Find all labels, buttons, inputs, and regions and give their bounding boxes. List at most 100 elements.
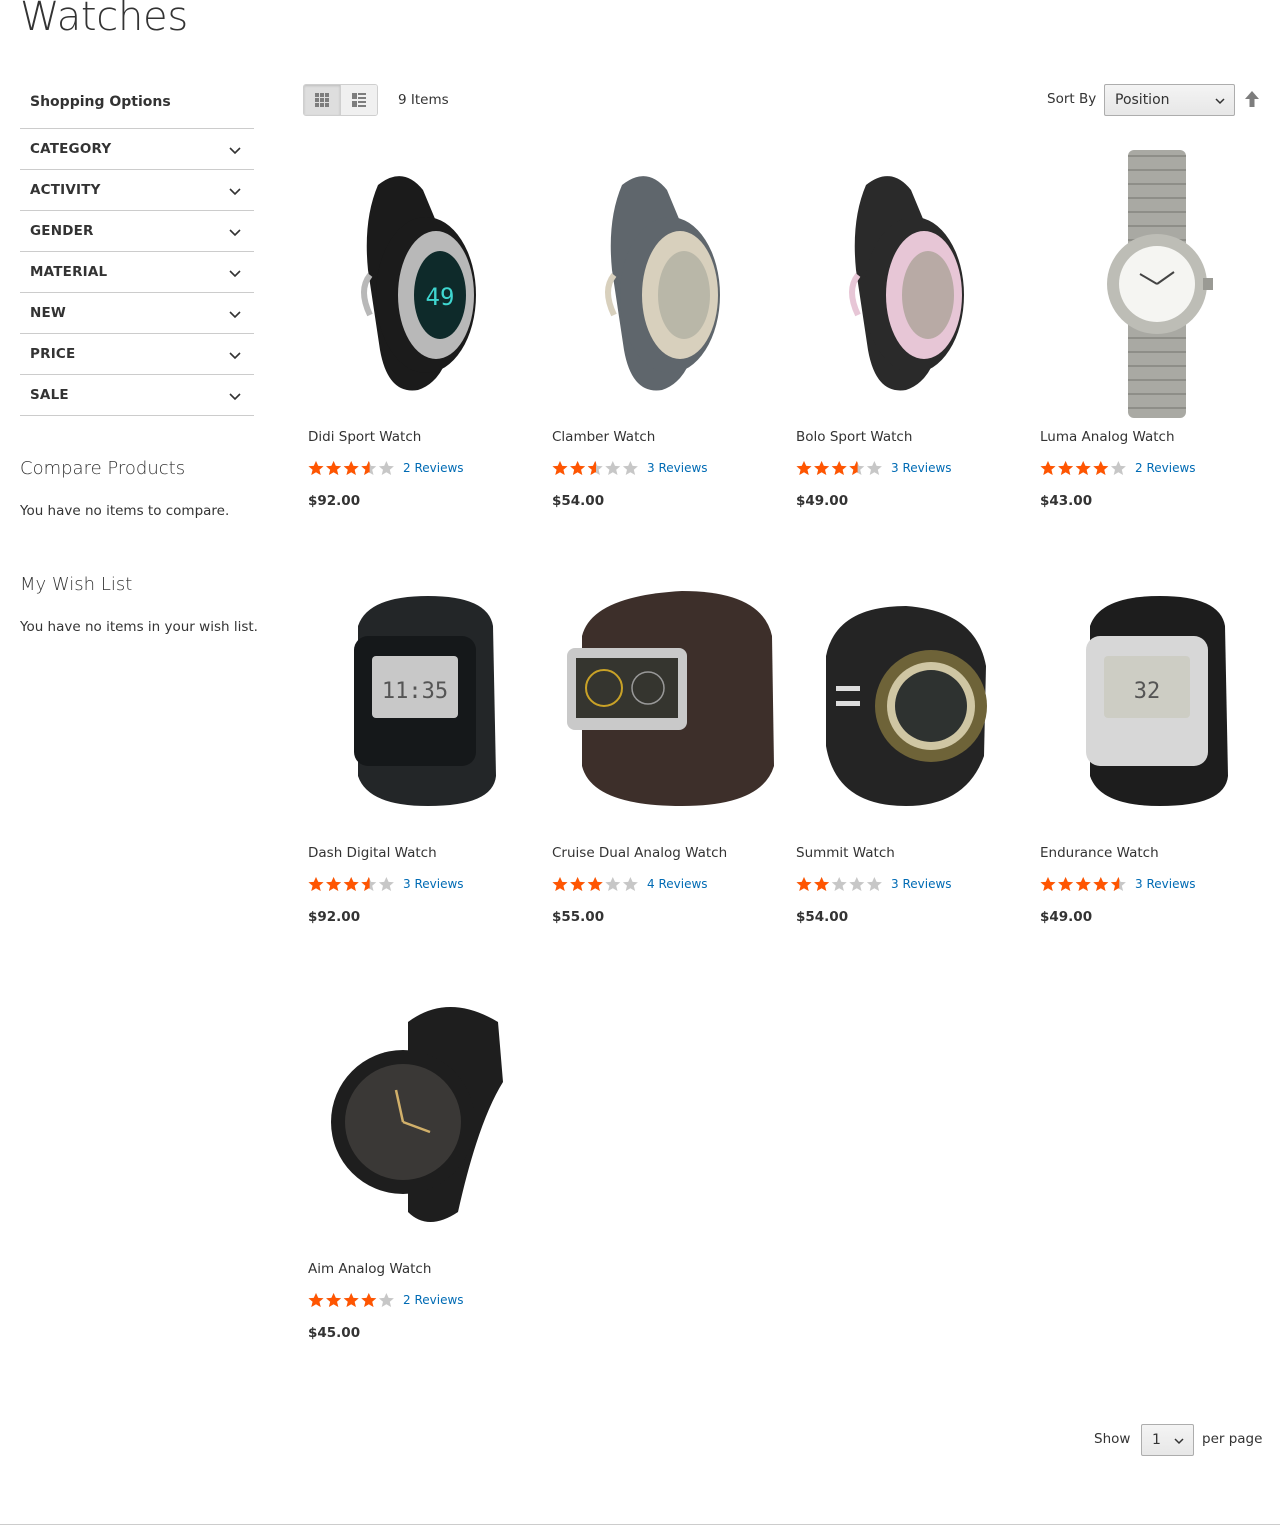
list-view-button[interactable] — [340, 85, 377, 115]
svg-text:49: 49 — [426, 283, 455, 311]
product-name-link[interactable]: Didi Sport Watch — [308, 429, 421, 445]
items-count: 9 Items — [398, 92, 449, 108]
wishlist-title: My Wish List — [20, 574, 133, 595]
shopping-options-title: Shopping Options — [20, 84, 254, 129]
product-image[interactable] — [308, 982, 538, 1252]
compare-products-title: Compare Products — [20, 458, 186, 479]
product-name-link[interactable]: Clamber Watch — [552, 429, 655, 445]
footer-divider — [0, 1524, 1280, 1525]
filter-activity[interactable]: ACTIVITY — [20, 170, 254, 211]
arrow-up-icon[interactable] — [1244, 90, 1260, 108]
filter-label: PRICE — [30, 346, 76, 362]
page-title: Watches — [20, 0, 188, 40]
product-image[interactable] — [796, 566, 1026, 836]
filter-material[interactable]: MATERIAL — [20, 252, 254, 293]
rating-stars-icon — [796, 877, 882, 891]
filter-label: SALE — [30, 387, 69, 403]
filter-label: NEW — [30, 305, 67, 321]
grid-icon — [314, 93, 329, 107]
chevron-down-icon — [1215, 98, 1225, 105]
wishlist-empty-text: You have no items in your wish list. — [20, 619, 258, 635]
product-image[interactable] — [1040, 150, 1270, 420]
product-image[interactable]: 11:35 — [308, 566, 538, 836]
product-price: $45.00 — [308, 1325, 361, 1341]
product-image[interactable]: 49 — [308, 150, 538, 420]
product-rating: 3 Reviews — [796, 459, 952, 477]
view-mode-switcher — [303, 84, 378, 116]
product-rating: 3 Reviews — [308, 875, 464, 893]
product-rating: 2 Reviews — [1040, 459, 1196, 477]
sidebar-filters: Shopping Options CATEGORY ACTIVITY GENDER M… — [20, 84, 254, 416]
rating-stars-icon — [308, 1293, 394, 1307]
rating-stars-icon — [552, 461, 638, 475]
filter-label: ACTIVITY — [30, 182, 101, 198]
filter-label: GENDER — [30, 223, 94, 239]
filter-gender[interactable]: GENDER — [20, 211, 254, 252]
reviews-link[interactable]: 2 Reviews — [1135, 461, 1196, 475]
product-name-link[interactable]: Endurance Watch — [1040, 845, 1159, 861]
product-name-link[interactable]: Dash Digital Watch — [308, 845, 437, 861]
product-rating: 2 Reviews — [308, 1291, 464, 1309]
product-rating: 3 Reviews — [1040, 875, 1196, 893]
product-name-link[interactable]: Aim Analog Watch — [308, 1261, 431, 1277]
reviews-link[interactable]: 3 Reviews — [647, 461, 708, 475]
sort-by-value: Position — [1115, 92, 1170, 108]
rating-stars-icon — [1040, 877, 1126, 891]
chevron-down-icon — [229, 352, 241, 360]
product-rating: 3 Reviews — [796, 875, 952, 893]
product-price: $49.00 — [1040, 909, 1093, 925]
product-rating: 3 Reviews — [552, 459, 708, 477]
rating-stars-icon — [1040, 461, 1126, 475]
filter-sale[interactable]: SALE — [20, 375, 254, 416]
list-icon — [351, 93, 366, 107]
sort-by-select[interactable]: Position — [1104, 84, 1235, 116]
product-image[interactable]: 32 — [1040, 566, 1270, 836]
product-price: $54.00 — [796, 909, 849, 925]
sort-by-label: Sort By — [1047, 91, 1097, 107]
show-label: Show — [1094, 1431, 1131, 1447]
filter-label: MATERIAL — [30, 264, 108, 280]
product-name-link[interactable]: Cruise Dual Analog Watch — [552, 845, 727, 861]
grid-view-button[interactable] — [304, 85, 341, 115]
per-page-label: per page — [1202, 1431, 1263, 1447]
reviews-link[interactable]: 3 Reviews — [403, 877, 464, 891]
svg-text:11:35: 11:35 — [382, 679, 448, 704]
rating-stars-icon — [552, 877, 638, 891]
filter-list: CATEGORY ACTIVITY GENDER MATERIAL NEW PRICE SA… — [20, 129, 254, 416]
product-image[interactable] — [552, 566, 782, 836]
rating-stars-icon — [308, 461, 394, 475]
chevron-down-icon — [229, 311, 241, 319]
product-price: $92.00 — [308, 909, 361, 925]
limiter-value: 1 — [1152, 1432, 1161, 1448]
product-price: $54.00 — [552, 493, 605, 509]
product-price: $43.00 — [1040, 493, 1093, 509]
chevron-down-icon — [229, 188, 241, 196]
product-name-link[interactable]: Bolo Sport Watch — [796, 429, 912, 445]
product-price: $49.00 — [796, 493, 849, 509]
reviews-link[interactable]: 2 Reviews — [403, 1293, 464, 1307]
chevron-down-icon — [229, 147, 241, 155]
product-rating: 2 Reviews — [308, 459, 464, 477]
chevron-down-icon — [229, 270, 241, 278]
product-rating: 4 Reviews — [552, 875, 708, 893]
filter-new[interactable]: NEW — [20, 293, 254, 334]
reviews-link[interactable]: 3 Reviews — [891, 877, 952, 891]
rating-stars-icon — [796, 461, 882, 475]
product-image[interactable] — [796, 150, 1026, 420]
product-name-link[interactable]: Summit Watch — [796, 845, 895, 861]
reviews-link[interactable]: 3 Reviews — [891, 461, 952, 475]
filter-price[interactable]: PRICE — [20, 334, 254, 375]
limiter-select[interactable]: 1 — [1141, 1424, 1194, 1456]
filter-category[interactable]: CATEGORY — [20, 129, 254, 170]
reviews-link[interactable]: 2 Reviews — [403, 461, 464, 475]
filter-label: CATEGORY — [30, 141, 112, 157]
product-price: $55.00 — [552, 909, 605, 925]
chevron-down-icon — [1174, 1438, 1184, 1445]
product-image[interactable] — [552, 150, 782, 420]
reviews-link[interactable]: 4 Reviews — [647, 877, 708, 891]
reviews-link[interactable]: 3 Reviews — [1135, 877, 1196, 891]
chevron-down-icon — [229, 229, 241, 237]
compare-empty-text: You have no items to compare. — [20, 503, 230, 519]
product-name-link[interactable]: Luma Analog Watch — [1040, 429, 1175, 445]
rating-stars-icon — [308, 877, 394, 891]
